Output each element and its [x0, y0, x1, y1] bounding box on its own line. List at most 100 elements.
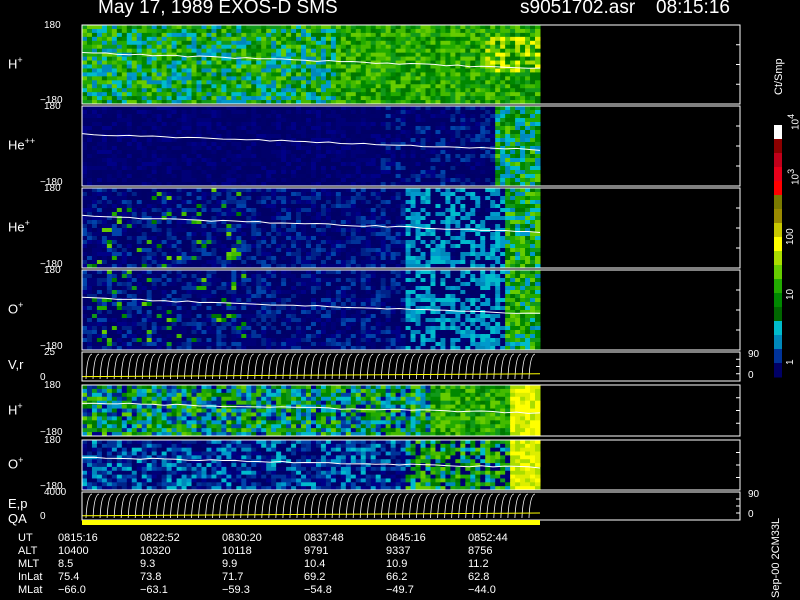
- heatmap-cell: [186, 92, 193, 97]
- heatmap-cell: [291, 212, 297, 217]
- heatmap-cell: [360, 25, 367, 30]
- heatmap-cell: [116, 174, 123, 179]
- heatmap-cell: [495, 52, 501, 58]
- heatmap-cell: [480, 72, 486, 77]
- heatmap-cell: [111, 64, 118, 69]
- heatmap-cell: [375, 216, 382, 221]
- heatmap-cell: [236, 80, 242, 85]
- heatmap-cell: [505, 138, 511, 143]
- heatmap-cell: [231, 48, 237, 54]
- heatmap-cell: [360, 88, 367, 93]
- heatmap-cell: [340, 158, 347, 163]
- heatmap-cell: [111, 44, 118, 50]
- heatmap-cell: [201, 260, 207, 265]
- heatmap-cell: [286, 178, 292, 183]
- heatmap-cell: [126, 126, 133, 131]
- heatmap-cell: [320, 236, 327, 241]
- heatmap-cell: [211, 92, 217, 97]
- heatmap-cell: [335, 122, 342, 127]
- heatmap-cell: [256, 208, 262, 213]
- heatmap-cell: [505, 162, 511, 167]
- heatmap-cell: [480, 114, 486, 119]
- heatmap-cell: [286, 25, 292, 30]
- heatmap-cell: [271, 192, 277, 197]
- heatmap-cell: [390, 118, 397, 123]
- heatmap-cell: [261, 146, 267, 151]
- heatmap-cell: [226, 196, 232, 201]
- heatmap-cell: [330, 80, 337, 85]
- heatmap-cell: [385, 84, 392, 89]
- heatmap-cell: [360, 84, 367, 89]
- heatmap-cell: [191, 154, 197, 159]
- heatmap-cell: [106, 150, 113, 155]
- heatmap-cell: [360, 48, 367, 54]
- heatmap-cell: [400, 134, 407, 139]
- heatmap-cell: [320, 76, 327, 81]
- heatmap-cell: [211, 76, 217, 81]
- heatmap-cell: [360, 166, 367, 171]
- heatmap-cell: [271, 114, 277, 119]
- heatmap-cell: [530, 110, 536, 115]
- heatmap-cell: [196, 60, 202, 65]
- heatmap-cell: [345, 146, 352, 151]
- heatmap-cell: [266, 48, 272, 54]
- heatmap-cell: [241, 174, 247, 179]
- heatmap-cell: [370, 174, 377, 179]
- heatmap-cell: [171, 64, 178, 69]
- heatmap-cell: [251, 92, 257, 97]
- heatmap-cell: [435, 158, 441, 163]
- heatmap-cell: [221, 236, 227, 241]
- heatmap-cell: [325, 48, 332, 54]
- heatmap-cell: [410, 76, 417, 81]
- heatmap-cell: [271, 188, 277, 193]
- heatmap-cell: [131, 72, 138, 77]
- heatmap-cell: [101, 252, 108, 257]
- heatmap-cell: [246, 96, 252, 101]
- heatmap-cell: [450, 36, 456, 42]
- heatmap-cell: [111, 196, 118, 201]
- heatmap-cell: [186, 232, 193, 237]
- heatmap-cell: [490, 158, 496, 163]
- heatmap-cell: [101, 192, 108, 197]
- heatmap-cell: [116, 240, 123, 245]
- heatmap-cell: [151, 212, 158, 217]
- heatmap-cell: [370, 252, 377, 257]
- heatmap-cell: [301, 114, 307, 119]
- heatmap-cell: [196, 92, 202, 97]
- heatmap-cell: [206, 80, 212, 85]
- heatmap-cell: [475, 178, 481, 183]
- heatmap-cell: [121, 110, 128, 115]
- heatmap-cell: [236, 256, 242, 261]
- heatmap-cell: [221, 158, 227, 163]
- heatmap-cell: [191, 192, 197, 197]
- heatmap-cell: [470, 158, 476, 163]
- heatmap-cell: [385, 208, 392, 213]
- heatmap-cell: [271, 68, 277, 73]
- heatmap-cell: [515, 40, 521, 46]
- heatmap-cell: [440, 32, 446, 38]
- heatmap-cell: [510, 154, 516, 159]
- heatmap-cell: [271, 130, 277, 135]
- heatmap-cell: [266, 150, 272, 155]
- heatmap-cell: [241, 72, 247, 77]
- heatmap-cell: [505, 142, 511, 147]
- heatmap-cell: [191, 244, 197, 249]
- heatmap-cell: [206, 56, 212, 62]
- heatmap-cell: [161, 154, 168, 159]
- heatmap-cell: [315, 122, 322, 127]
- heatmap-cell: [420, 118, 426, 123]
- heatmap-cell: [301, 232, 307, 237]
- heatmap-cell: [320, 118, 327, 123]
- heatmap-cell: [221, 48, 227, 54]
- heatmap-cell: [121, 32, 128, 38]
- heatmap-cell: [320, 252, 327, 257]
- heatmap-cell: [231, 72, 237, 77]
- heatmap-cell: [375, 154, 382, 159]
- heatmap-cell: [420, 92, 426, 97]
- heatmap-cell: [335, 110, 342, 115]
- heatmap-cell: [306, 150, 312, 155]
- heatmap-cell: [470, 178, 476, 183]
- heatmap-cell: [301, 150, 307, 155]
- heatmap-cell: [410, 64, 417, 69]
- heatmap-cell: [136, 138, 143, 143]
